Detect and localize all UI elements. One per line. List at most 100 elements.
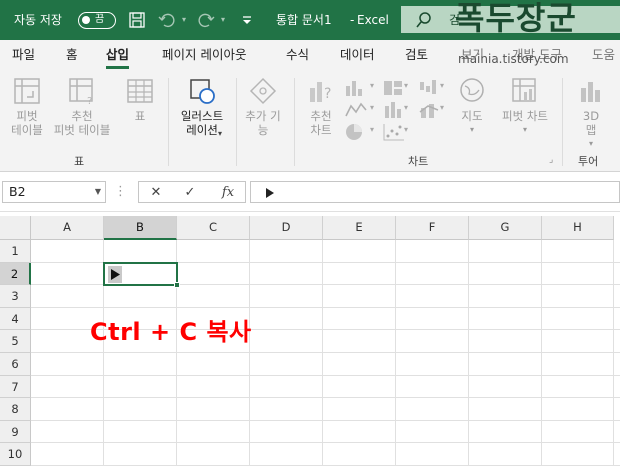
column-header-b[interactable]: B [104,216,177,240]
pointer-icon [266,188,274,198]
recommended-charts-button[interactable]: ? 추천 차트 [300,76,342,137]
addins-button[interactable]: 추가 기 능 [240,76,286,137]
document-title: 통합 문서1 [276,13,332,27]
redo-dropdown-icon[interactable]: ▾ [221,0,225,40]
tab-file[interactable]: 파일 [12,40,35,72]
maps-button[interactable]: 지도 ▾ [452,76,492,137]
dialog-launcher-icon[interactable]: ⌟ [549,155,553,165]
formula-input[interactable] [250,181,620,203]
undo-icon[interactable] [158,11,176,29]
tab-insert[interactable]: 삽입 [106,40,130,72]
statistic-chart-dropdown-icon[interactable]: ▾ [404,103,408,112]
row-header-10[interactable]: 10 [0,443,31,466]
pivot-chart-label: 피벗 차트 [502,109,548,123]
hierarchy-chart-dropdown-icon[interactable]: ▾ [404,81,408,90]
scatter-chart-icon[interactable] [382,122,406,142]
illustrations-label-1: 일러스트 [180,109,224,123]
cursor-icon [108,265,122,283]
recommended-pivot-icon: ? [69,78,93,107]
fill-handle[interactable] [174,282,180,289]
column-header-f[interactable]: F [396,216,469,240]
active-cell[interactable] [103,261,180,289]
row-header-2[interactable]: 2 [0,262,31,286]
undo-dropdown-icon[interactable]: ▾ [182,0,186,40]
row-header-4[interactable]: 4 [0,307,31,331]
customize-qat-icon[interactable] [238,11,256,29]
watermark-url: mainia.tistory.com [458,52,569,66]
row-header-8[interactable]: 8 [0,398,31,421]
group-label-charts: 차트 [408,155,429,168]
insert-function-icon[interactable]: fx [215,182,241,204]
formula-bar: B2 ▼ ⋮ ✕ ✓ fx [0,172,620,212]
addins-label-2: 능 [257,123,269,137]
title-bar: 자동 저장 끔 ▾ ▾ 통합 문서1 - Excel 검 폭두장군 [0,0,620,40]
combo-chart-dropdown-icon[interactable]: ▾ [440,103,444,112]
recommended-pivot-button[interactable]: ? 추천 피벗 테이블 [50,76,114,137]
column-header-a[interactable]: A [31,216,104,240]
3d-map-button[interactable]: 3D 맵 ▾ [568,76,614,151]
column-header-e[interactable]: E [323,216,396,240]
annotation-text: Ctrl + C 복사 [90,318,252,346]
illustrations-button[interactable]: 일러스트 레이션 [174,76,230,137]
tab-review[interactable]: 검토 [405,40,428,72]
row-header-7[interactable]: 7 [0,375,31,399]
search-icon [416,12,431,28]
row-header-9[interactable]: 9 [0,420,31,444]
statistic-chart-icon[interactable] [382,100,406,120]
pivot-chart-button[interactable]: 피벗 차트 ▾ [494,76,556,137]
gridline [31,397,620,399]
gridline [249,240,250,466]
pivot-table-icon [14,78,40,104]
recommended-charts-label-1: 추천 [310,109,332,123]
tab-page-layout[interactable]: 페이지 레이아웃 [162,40,246,72]
toggle-knob [82,16,90,24]
addins-icon [249,77,277,105]
illustrations-dropdown-icon: ▾ [218,129,223,138]
scatter-chart-dropdown-icon[interactable]: ▾ [404,125,408,134]
enter-icon[interactable]: ✓ [179,182,201,204]
waterfall-chart-icon[interactable] [418,78,442,98]
waterfall-chart-dropdown-icon[interactable]: ▾ [440,81,444,90]
tab-help[interactable]: 도움 [592,40,615,72]
row-header-5[interactable]: 5 [0,330,31,353]
autosave-toggle[interactable]: 끔 [78,12,116,29]
gridline [31,352,620,353]
row-header-1[interactable]: 1 [0,240,31,263]
group-separator [562,78,563,166]
row-header-6[interactable]: 6 [0,353,31,376]
line-chart-dropdown-icon[interactable]: ▾ [370,103,374,112]
recommended-charts-label-2: 차트 [310,123,332,137]
select-all-button[interactable] [0,216,31,240]
column-header-d[interactable]: D [250,216,323,240]
tab-formulas[interactable]: 수식 [286,40,309,72]
tab-data[interactable]: 데이터 [340,40,375,72]
recommended-pivot-label-1: 추천 [71,109,93,123]
gridline [31,419,620,421]
column-header-h[interactable]: H [542,216,614,240]
name-box[interactable]: B2 ▼ [2,181,106,203]
column-header-c[interactable]: C [177,216,250,240]
column-chart-icon[interactable] [344,78,368,98]
group-label-table: 표 [74,155,85,168]
redo-icon[interactable] [197,11,215,29]
table-button[interactable]: 표 [120,76,160,123]
name-box-dropdown-icon[interactable]: ▼ [95,182,101,202]
pivot-table-label-2: 테이블 [11,123,43,137]
3d-map-label-1: 3D [582,109,600,123]
maps-dropdown-icon: ▾ [469,125,474,134]
pie-chart-icon[interactable] [344,122,368,142]
combo-chart-icon[interactable] [418,100,442,120]
pivot-table-button[interactable]: 피벗 테이블 [4,76,50,137]
tab-home[interactable]: 홈 [66,40,78,72]
cancel-icon[interactable]: ✕ [145,182,167,204]
row-header-3[interactable]: 3 [0,285,31,308]
column-chart-dropdown-icon[interactable]: ▾ [370,81,374,90]
pie-chart-dropdown-icon[interactable]: ▾ [370,125,374,134]
hierarchy-chart-icon[interactable] [382,78,406,98]
save-icon[interactable] [128,11,146,29]
app-name: Excel [357,13,389,27]
globe-icon [460,78,484,102]
gridline [31,442,620,444]
column-header-g[interactable]: G [469,216,542,240]
line-chart-icon[interactable] [344,100,368,120]
